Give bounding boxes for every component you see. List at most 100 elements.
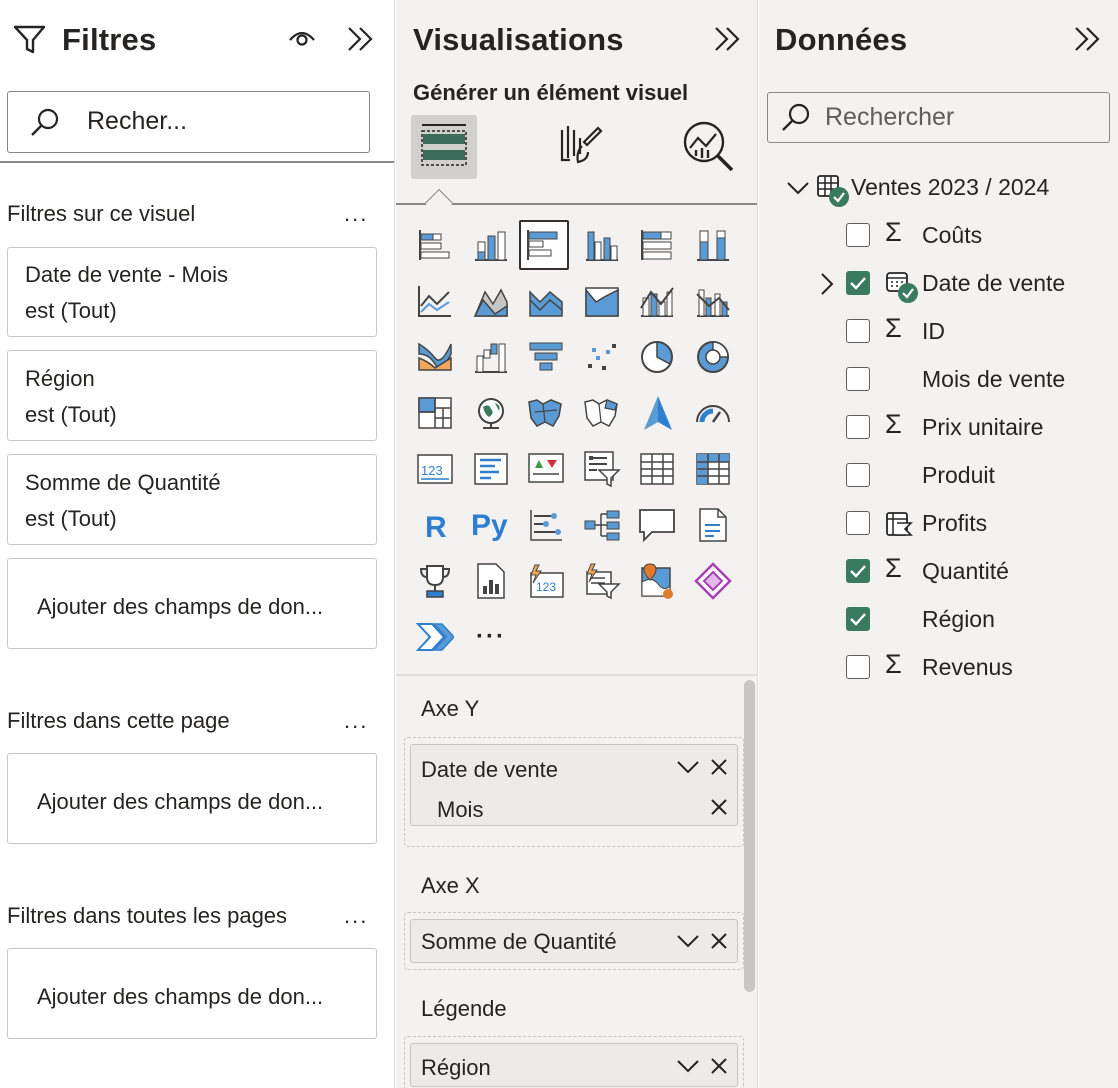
x-axis-well[interactable]: Somme de Quantité [404,912,744,970]
waterfall-chart-icon[interactable] [466,332,516,382]
section-all-more-button[interactable]: ... [344,903,368,929]
filter-card[interactable]: Date de vente - Mois est (Tout) [7,247,377,337]
line-and-clustered-column-icon[interactable] [688,276,738,326]
donut-chart-icon[interactable] [688,332,738,382]
python-visual-icon[interactable]: Py [466,500,516,550]
section-visual-more-button[interactable]: ... [344,201,368,227]
ribbon-chart-icon[interactable] [410,332,460,382]
kpi-icon[interactable] [521,444,571,494]
checkbox[interactable] [846,463,870,487]
qna-icon[interactable] [632,500,682,550]
more-visuals-button[interactable]: ··· [466,612,516,662]
field-row[interactable]: Date de vente [759,264,1118,304]
legend-well[interactable]: Région [404,1036,744,1088]
funnel-chart-icon[interactable] [521,332,571,382]
filled-map-icon[interactable] [521,388,571,438]
checkbox[interactable] [846,223,870,247]
remove-field-icon[interactable] [710,1057,728,1075]
stacked-area-chart-icon[interactable] [521,276,571,326]
field-row[interactable]: Région [759,600,1118,640]
matrix-icon[interactable] [688,444,738,494]
checkbox[interactable] [846,415,870,439]
key-influencers-icon[interactable] [521,500,571,550]
checkbox[interactable] [846,511,870,535]
area-chart-icon[interactable] [466,276,516,326]
100-stacked-bar-chart-icon[interactable] [632,220,682,270]
filters-search-input[interactable]: Recher... [7,91,370,153]
checkbox[interactable] [846,319,870,343]
analytics-icon[interactable] [682,120,734,174]
field-row[interactable]: Σ Quantité [759,552,1118,592]
chevron-down-icon[interactable] [676,1058,700,1074]
multi-row-card-icon[interactable] [466,444,516,494]
table-icon[interactable] [632,444,682,494]
field-row[interactable]: Mois de vente [759,360,1118,400]
add-fields-visual-dropzone[interactable]: Ajouter des champs de don... [7,558,377,649]
checkbox[interactable] [846,367,870,391]
pie-chart-icon[interactable] [632,332,682,382]
collapse-visualisations-icon[interactable] [713,26,743,52]
build-visual-tab[interactable] [411,115,477,179]
clustered-bar-chart-icon[interactable] [519,220,569,270]
r-visual-icon[interactable]: R [410,500,460,550]
y-axis-well[interactable]: Date de vente Mois [404,737,744,847]
gauge-icon[interactable] [688,388,738,438]
remove-field-icon[interactable] [710,932,728,950]
clustered-column-chart-icon[interactable] [577,220,627,270]
field-row[interactable]: Profits [759,504,1118,544]
paginated-report-icon[interactable] [466,556,516,606]
y-axis-field-pill[interactable]: Date de vente Mois [410,744,738,826]
remove-subfield-icon[interactable] [710,798,728,816]
field-row[interactable]: Σ Coûts [759,216,1118,256]
100-stacked-area-chart-icon[interactable] [577,276,627,326]
section-page-more-button[interactable]: ... [344,708,368,734]
stacked-column-chart-icon[interactable] [466,220,516,270]
power-apps-slicer-icon[interactable] [577,556,627,606]
x-axis-field-pill[interactable]: Somme de Quantité [410,919,738,963]
shape-map-icon[interactable] [577,388,627,438]
add-fields-all-dropzone[interactable]: Ajouter des champs de don... [7,948,377,1039]
field-row[interactable]: Produit [759,456,1118,496]
smart-narrative-icon[interactable] [688,500,738,550]
collapse-data-icon[interactable] [1073,26,1103,52]
checkbox[interactable] [846,655,870,679]
filter-card[interactable]: Région est (Tout) [7,350,377,441]
table-row-ventes[interactable]: Ventes 2023 / 2024 [759,168,1118,208]
legend-field-pill[interactable]: Région [410,1043,738,1087]
chevron-down-icon[interactable] [676,759,700,775]
y-axis-field-name: Date de vente [421,757,558,782]
add-fields-page-dropzone[interactable]: Ajouter des champs de don... [7,753,377,844]
100-stacked-column-chart-icon[interactable] [688,220,738,270]
power-apps-icon[interactable] [688,556,738,606]
goals-trophy-icon[interactable] [410,556,460,606]
arcgis-map-icon[interactable] [632,556,682,606]
checkbox-checked[interactable] [846,271,870,295]
field-row[interactable]: Σ Revenus [759,648,1118,688]
scatter-chart-icon[interactable] [577,332,627,382]
field-row[interactable]: Σ ID [759,312,1118,352]
map-globe-icon[interactable] [466,388,516,438]
power-automate-icon[interactable] [410,612,460,662]
slicer-icon[interactable] [577,444,627,494]
eye-icon[interactable] [288,28,316,48]
line-and-stacked-column-icon[interactable] [632,276,682,326]
chevron-down-icon[interactable] [786,180,810,196]
line-chart-icon[interactable] [410,276,460,326]
wells-scrollbar[interactable] [744,680,755,992]
stacked-bar-chart-icon[interactable] [410,220,460,270]
chevron-down-icon[interactable] [676,933,700,949]
format-visual-icon[interactable] [554,122,604,174]
treemap-icon[interactable] [410,388,460,438]
data-search-input[interactable]: Rechercher [767,92,1110,143]
remove-field-icon[interactable] [710,758,728,776]
chevron-right-icon[interactable] [819,272,835,296]
filter-card[interactable]: Somme de Quantité est (Tout) [7,454,377,545]
power-apps-card-icon[interactable]: 123 [521,556,571,606]
checkbox-checked[interactable] [846,559,870,583]
card-icon[interactable]: 123 [410,444,460,494]
azure-map-icon[interactable] [632,388,682,438]
checkbox-checked[interactable] [846,607,870,631]
field-row[interactable]: Σ Prix unitaire [759,408,1118,448]
collapse-filters-icon[interactable] [346,26,376,52]
decomposition-tree-icon[interactable] [577,500,627,550]
